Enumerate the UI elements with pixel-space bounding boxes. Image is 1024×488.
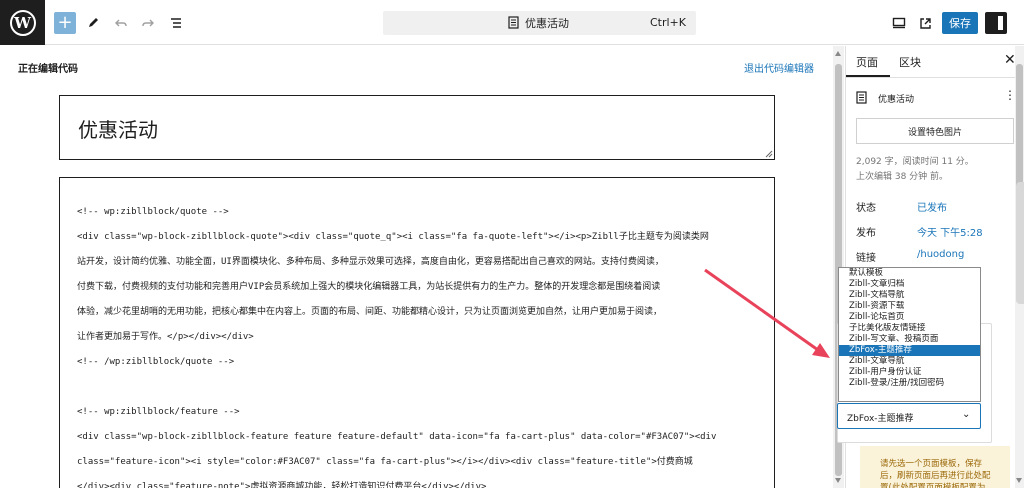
link-label: 链接 xyxy=(856,253,876,264)
code-editor: 正在编辑代码 退出代码编辑器 优惠活动 <!-- wp:zibllblock/q… xyxy=(0,46,845,488)
template-option[interactable]: Zibll-用户身份认证 xyxy=(839,367,980,378)
sidebar-tabs: 页面 区块 ✕ xyxy=(846,46,1024,78)
undo-icon xyxy=(115,19,127,27)
view-page-button[interactable] xyxy=(914,12,936,34)
link-value[interactable]: /huodong xyxy=(917,249,964,260)
settings-panel-toggle[interactable] xyxy=(985,12,1007,34)
status-label: 状态 xyxy=(856,203,876,214)
code-line: <!-- wp:zibllblock/quote --> xyxy=(77,207,229,217)
template-option[interactable]: 默认模板 xyxy=(839,268,980,279)
chevron-down-icon: ⌄ xyxy=(962,409,971,420)
tab-block[interactable]: 区块 xyxy=(899,54,921,70)
top-toolbar: W + 优惠活动 Ctrl+K 保存 xyxy=(0,0,1024,45)
template-option[interactable]: ZbFox-主题推荐 xyxy=(839,345,980,356)
floating-side-tab[interactable] xyxy=(1016,182,1024,304)
undo-button[interactable] xyxy=(110,12,132,34)
scroll-up-icon[interactable] xyxy=(835,51,841,56)
set-featured-image-button[interactable]: 设置特色图片 xyxy=(856,118,1014,144)
scroll-down-icon[interactable] xyxy=(1016,478,1022,483)
add-block-button[interactable]: + xyxy=(54,12,76,34)
list-view-icon xyxy=(171,18,181,28)
pencil-icon xyxy=(89,18,98,27)
shortcut-hint: Ctrl+K xyxy=(649,16,686,29)
post-title-label: 优惠活动 xyxy=(878,95,915,105)
close-icon[interactable]: ✕ xyxy=(1004,52,1016,68)
resize-grip-icon[interactable] xyxy=(765,150,773,158)
scroll-down-icon[interactable] xyxy=(835,478,841,483)
editing-code-label: 正在编辑代码 xyxy=(18,64,78,75)
sidebar-icon xyxy=(998,16,1003,30)
exit-code-editor-link[interactable]: 退出代码编辑器 xyxy=(744,60,814,75)
template-option[interactable]: Zibll-论坛首页 xyxy=(839,312,980,323)
document-title: 优惠活动 xyxy=(525,17,569,30)
publish-label: 发布 xyxy=(856,228,876,239)
code-line: 付费下载，付费视频的支付功能和完善用户VIP会员系统加上强大的模块化编辑器工具，… xyxy=(77,282,661,292)
wordpress-logo[interactable]: W xyxy=(0,0,45,45)
save-button[interactable]: 保存 xyxy=(942,12,978,34)
code-line: <!-- wp:zibllblock/feature --> xyxy=(77,407,240,417)
tools-button[interactable] xyxy=(82,12,104,34)
template-option[interactable]: 子比美化版友情链接 xyxy=(839,323,980,334)
template-select-value: ZbFox-主题推荐 xyxy=(847,414,914,424)
template-option[interactable]: Zibll-文档导航 xyxy=(839,290,980,301)
external-link-icon xyxy=(919,17,931,29)
template-option[interactable]: Zibll-资源下载 xyxy=(839,301,980,312)
code-line: 站开发，设计简约优雅、功能全面，UI界面模块化、多种布局、多种显示效果可选择，高… xyxy=(77,257,664,267)
template-option[interactable]: Zibll-登录/注册/找回密码 xyxy=(839,378,980,389)
code-line: class="feature-icon"><i style="color:#F3… xyxy=(77,457,693,467)
template-option[interactable]: Zibll-文章导航 xyxy=(839,356,980,367)
code-line: </div><div class="feature-note">虚拟资源商城功能… xyxy=(77,482,487,488)
document-overview-button[interactable] xyxy=(165,12,187,34)
code-content: <!-- wp:zibllblock/quote --> <div class="… xyxy=(77,200,761,488)
code-line: 体验，减少花里胡哨的无用功能，把核心都集中在内容上。页面的布局、间距、功能都精心… xyxy=(77,307,663,317)
post-summary-row: 优惠活动 ⋮ xyxy=(856,89,1021,106)
active-tab-indicator xyxy=(846,75,890,77)
template-dropdown-list[interactable]: 默认模板 Zibll-文章归档 Zibll-文档导航 Zibll-资源下载 Zibll-… xyxy=(838,267,981,402)
redo-button[interactable] xyxy=(137,12,159,34)
post-title-text: 优惠活动 xyxy=(78,118,158,142)
redo-icon xyxy=(142,19,154,27)
command-palette-bar[interactable]: 优惠活动 Ctrl+K xyxy=(383,11,696,35)
code-line: 让作者更加易于写作。</p></div></div> xyxy=(77,332,254,342)
page-icon xyxy=(856,91,867,104)
wordpress-icon: W xyxy=(9,9,36,36)
notice-text: 请先选一个页面模板，保存后，刷新页面后再进行此处配置(此处配置页面模板配置为 xyxy=(880,459,991,488)
code-line: <div class="wp-block-zibllblock-feature … xyxy=(77,432,717,442)
plus-icon: + xyxy=(57,12,73,33)
status-value[interactable]: 已发布 xyxy=(917,199,947,214)
code-line: <!-- /wp:zibllblock/quote --> xyxy=(77,357,235,367)
tab-page[interactable]: 页面 xyxy=(856,54,878,70)
sidebar-scrollbar-thumb[interactable] xyxy=(1016,64,1023,194)
post-stats: 2,092 字，阅读时间 11 分。 上次编辑 38 分钟 前。 xyxy=(856,155,974,185)
page-icon xyxy=(508,16,519,29)
template-option[interactable]: Zibll-写文章、投稿页面 xyxy=(839,334,980,345)
publish-value[interactable]: 今天 下午5:28 xyxy=(917,224,983,239)
word-count-text: 2,092 字，阅读时间 11 分。 xyxy=(856,157,974,167)
desktop-icon xyxy=(892,17,906,29)
preview-button[interactable] xyxy=(888,12,910,34)
template-select[interactable]: ZbFox-主题推荐 ⌄ xyxy=(837,403,981,429)
last-edited-text: 上次编辑 38 分钟 前。 xyxy=(856,172,949,182)
template-notice: 请先选一个页面模板，保存后，刷新页面后再进行此处配置(此处配置页面模板配置为 xyxy=(860,446,1010,488)
post-title-field[interactable]: 优惠活动 xyxy=(59,95,775,160)
code-textarea[interactable]: <!-- wp:zibllblock/quote --> <div class="… xyxy=(59,177,775,488)
template-option[interactable]: Zibll-文章归档 xyxy=(839,279,980,290)
code-line: <div class="wp-block-zibllblock-quote"><… xyxy=(77,232,709,242)
